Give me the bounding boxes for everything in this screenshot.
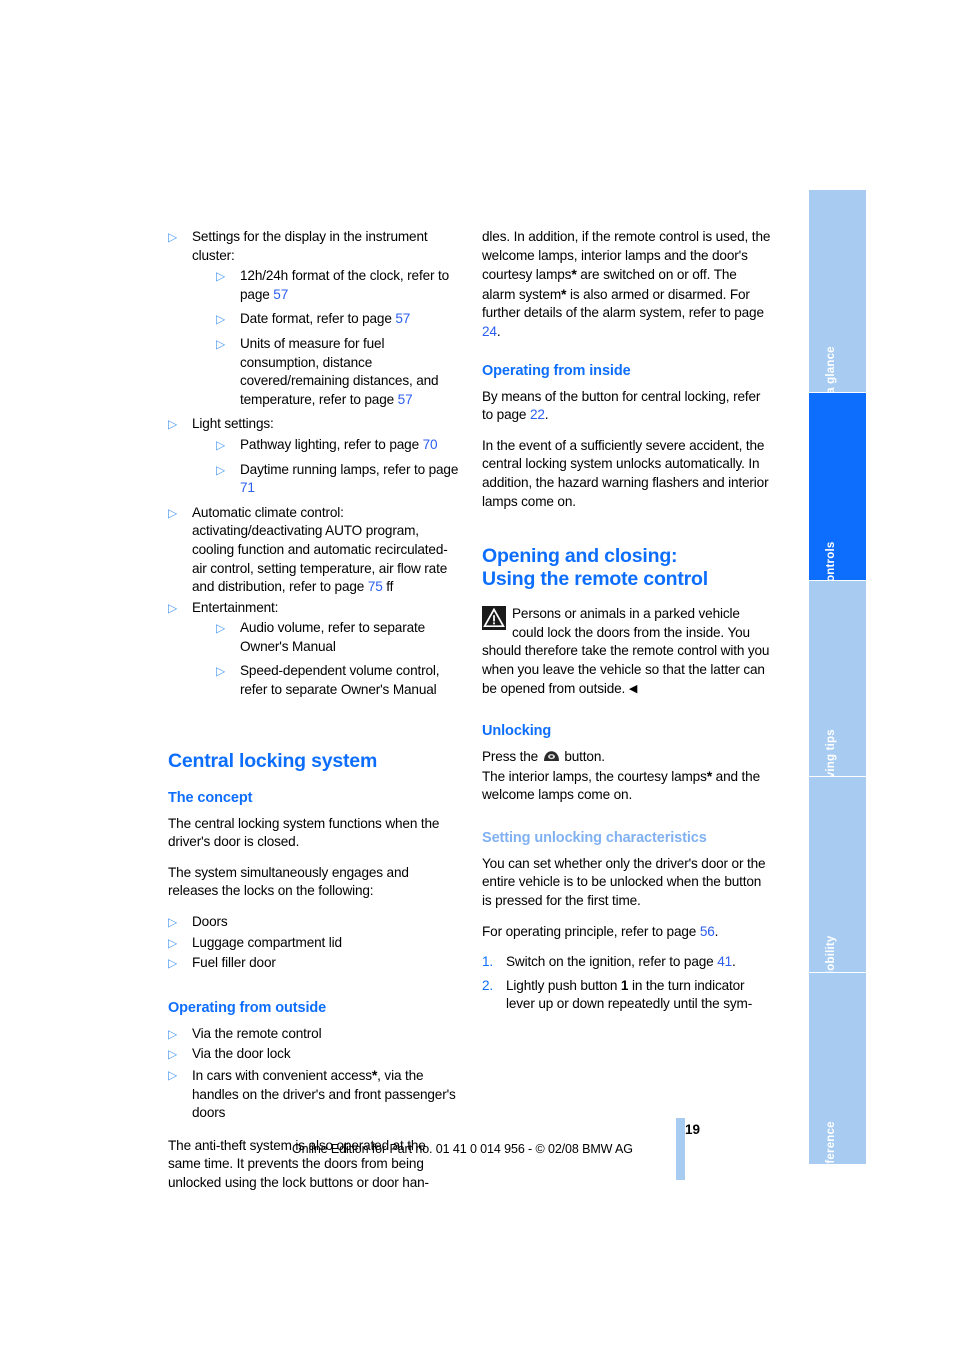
list-item-label: Settings for the display in the instrume… (192, 229, 428, 263)
triangle-bullet-icon: ▷ (216, 437, 226, 452)
nested-bullet-list: ▷ Pathway lighting, refer to page 70 ▷ D… (192, 436, 459, 498)
characteristics-paragraph-1: You can set whether only the driver's do… (482, 855, 766, 909)
triangle-bullet-icon: ▷ (216, 664, 226, 679)
subheading-unlocking: Unlocking (482, 723, 552, 740)
list-item: ▷ Daytime running lamps, refer to page 7… (216, 461, 459, 498)
triangle-bullet-icon: ▷ (168, 1068, 178, 1082)
list-item-label: Automatic climate control: activating/de… (192, 504, 448, 595)
triangle-bullet-icon: ▷ (168, 1026, 178, 1041)
page-number: 19 (684, 1122, 700, 1137)
list-item: ▷ Via the remote control (168, 1025, 459, 1044)
unlock-button-icon (543, 749, 560, 762)
triangle-bullet-icon: ▷ (168, 600, 178, 615)
list-item-label: Entertainment: (192, 599, 279, 615)
step-number: 2. (482, 977, 494, 993)
subheading-setting-unlocking-characteristics: Setting unlocking characteristics (482, 829, 707, 846)
list-item-label: Doors (192, 914, 228, 930)
locks-list: ▷ Doors ▷ Luggage compartment lid ▷ Fuel… (168, 913, 459, 973)
characteristics-paragraph-2: For operating principle, refer to page 5… (482, 923, 719, 939)
list-item: ▷ Light settings: ▷ Pathway lighting, re… (168, 415, 459, 497)
list-item-label: Units of measure for fuel consumption, d… (240, 335, 439, 407)
list-item: 1. Switch on the ignition, refer to page… (482, 953, 773, 972)
step-number: 1. (482, 954, 494, 970)
list-item: ▷ Pathway lighting, refer to page 70 (216, 436, 459, 455)
list-item: ▷ Fuel filler door (168, 954, 459, 973)
list-item: ▷ Settings for the display in the instru… (168, 228, 459, 409)
characteristics-steps: 1. Switch on the ignition, refer to page… (482, 953, 773, 1014)
triangle-bullet-icon: ▷ (216, 462, 226, 477)
list-item-label: Light settings: (192, 416, 274, 432)
list-item-label: Audio volume, refer to separate Owner's … (240, 620, 426, 654)
triangle-bullet-icon: ▷ (168, 230, 178, 244)
sidebar-tab-driving-tips[interactable]: Driving tips (809, 581, 866, 795)
list-item: ▷ Entertainment: ▷ Audio volume, refer t… (168, 599, 459, 700)
list-item-label: 12h/24h format of the clock, refer to pa… (240, 268, 450, 302)
inside-paragraph-2: In the event of a sufficiently severe ac… (482, 437, 769, 509)
triangle-bullet-icon: ▷ (168, 417, 178, 432)
warning-note: Persons or animals in a parked vehicle c… (482, 605, 773, 698)
sidebar-tab-at-a-glance[interactable]: At a glance (809, 190, 866, 410)
triangle-bullet-icon: ▷ (216, 621, 226, 636)
section-title-opening-closing: Opening and closing: Using the remote co… (482, 545, 708, 591)
triangle-bullet-icon: ▷ (168, 956, 178, 971)
manual-page: ▷ Settings for the display in the instru… (0, 0, 954, 1350)
list-item-label: Via the remote control (192, 1025, 322, 1041)
list-item: ▷ 12h/24h format of the clock, refer to … (216, 267, 459, 304)
list-item-label: Speed-dependent volume control, refer to… (240, 663, 440, 698)
inside-paragraph-1: By means of the button for central locki… (482, 388, 761, 423)
list-item-label: Pathway lighting, refer to page 70 (240, 436, 438, 452)
list-item: ▷ Speed-dependent volume control, refer … (216, 662, 459, 699)
unlocking-paragraph-1: Press the button. The interior lamps, the… (482, 749, 760, 803)
list-item: ▷ Units of measure for fuel consumption,… (216, 335, 459, 409)
sidebar-tab-mobility[interactable]: Mobility (809, 777, 866, 981)
warning-triangle-icon (482, 606, 506, 631)
subheading-the-concept: The concept (168, 789, 253, 806)
list-item-label: Fuel filler door (192, 955, 276, 971)
operating-outside-list: ▷ Via the remote control ▷ Via the door … (168, 1025, 459, 1123)
list-item: 2. Lightly push button 1 in the turn ind… (482, 977, 773, 1014)
concept-paragraph-1: The central locking system functions whe… (168, 815, 440, 850)
tab-label: Reference (824, 1121, 837, 1179)
page-edge-bar (676, 1118, 685, 1180)
step-label: Switch on the ignition, refer to page 41… (506, 954, 736, 970)
list-item: ▷ Audio volume, refer to separate Owner'… (216, 619, 459, 656)
continuation-paragraph: dles. In addition, if the remote control… (482, 229, 771, 339)
triangle-bullet-icon: ▷ (168, 1047, 178, 1062)
section-tab-rail: At a glance Controls Driving tips Mobili… (809, 190, 866, 1179)
list-item-label: In cars with convenient access*, via the… (192, 1067, 456, 1121)
section-title-central-locking: Central locking system (168, 749, 378, 772)
triangle-bullet-icon: ▷ (168, 505, 178, 520)
list-item: ▷ Automatic climate control: activating/… (168, 504, 459, 597)
triangle-bullet-icon: ▷ (216, 336, 226, 351)
list-item-label: Date format, refer to page 57 (240, 311, 411, 327)
sidebar-tab-controls[interactable]: Controls (809, 393, 866, 590)
step-label: Lightly push button 1 in the turn indica… (506, 977, 753, 1012)
list-item: ▷ In cars with convenient access*, via t… (168, 1066, 459, 1123)
list-item: ▷ Date format, refer to page 57 (216, 310, 459, 329)
list-item: ▷ Luggage compartment lid (168, 934, 459, 953)
right-text-column: dles. In addition, if the remote control… (482, 228, 773, 1019)
subheading-operating-from-outside: Operating from outside (168, 999, 327, 1016)
list-item-label: Daytime running lamps, refer to page 71 (240, 461, 459, 496)
footer-note: Online Edition for Part no. 01 41 0 014 … (292, 1142, 633, 1156)
list-item-label: Via the door lock (192, 1046, 291, 1062)
list-item: ▷ Via the door lock (168, 1045, 459, 1064)
page-footer: 19 Online Edition for Part no. 01 41 0 0… (168, 1118, 728, 1182)
list-item-label: Luggage compartment lid (192, 934, 342, 950)
nested-bullet-list: ▷ Audio volume, refer to separate Owner'… (192, 619, 459, 699)
subheading-operating-from-inside: Operating from inside (482, 362, 631, 379)
list-item: ▷ Doors (168, 913, 459, 932)
settings-bullet-list: ▷ Settings for the display in the instru… (168, 228, 459, 700)
warning-text: Persons or animals in a parked vehicle c… (482, 606, 770, 696)
nested-bullet-list: ▷ 12h/24h format of the clock, refer to … (192, 267, 459, 409)
triangle-bullet-icon: ▷ (216, 269, 226, 284)
sidebar-tab-reference[interactable]: Reference (809, 973, 866, 1179)
note-end-marker: ◀ (628, 682, 638, 695)
concept-paragraph-2: The system simultaneously engages and re… (168, 864, 409, 899)
triangle-bullet-icon: ▷ (168, 935, 178, 950)
triangle-bullet-icon: ▷ (168, 915, 178, 930)
triangle-bullet-icon: ▷ (216, 312, 226, 327)
left-text-column: ▷ Settings for the display in the instru… (168, 228, 459, 1193)
